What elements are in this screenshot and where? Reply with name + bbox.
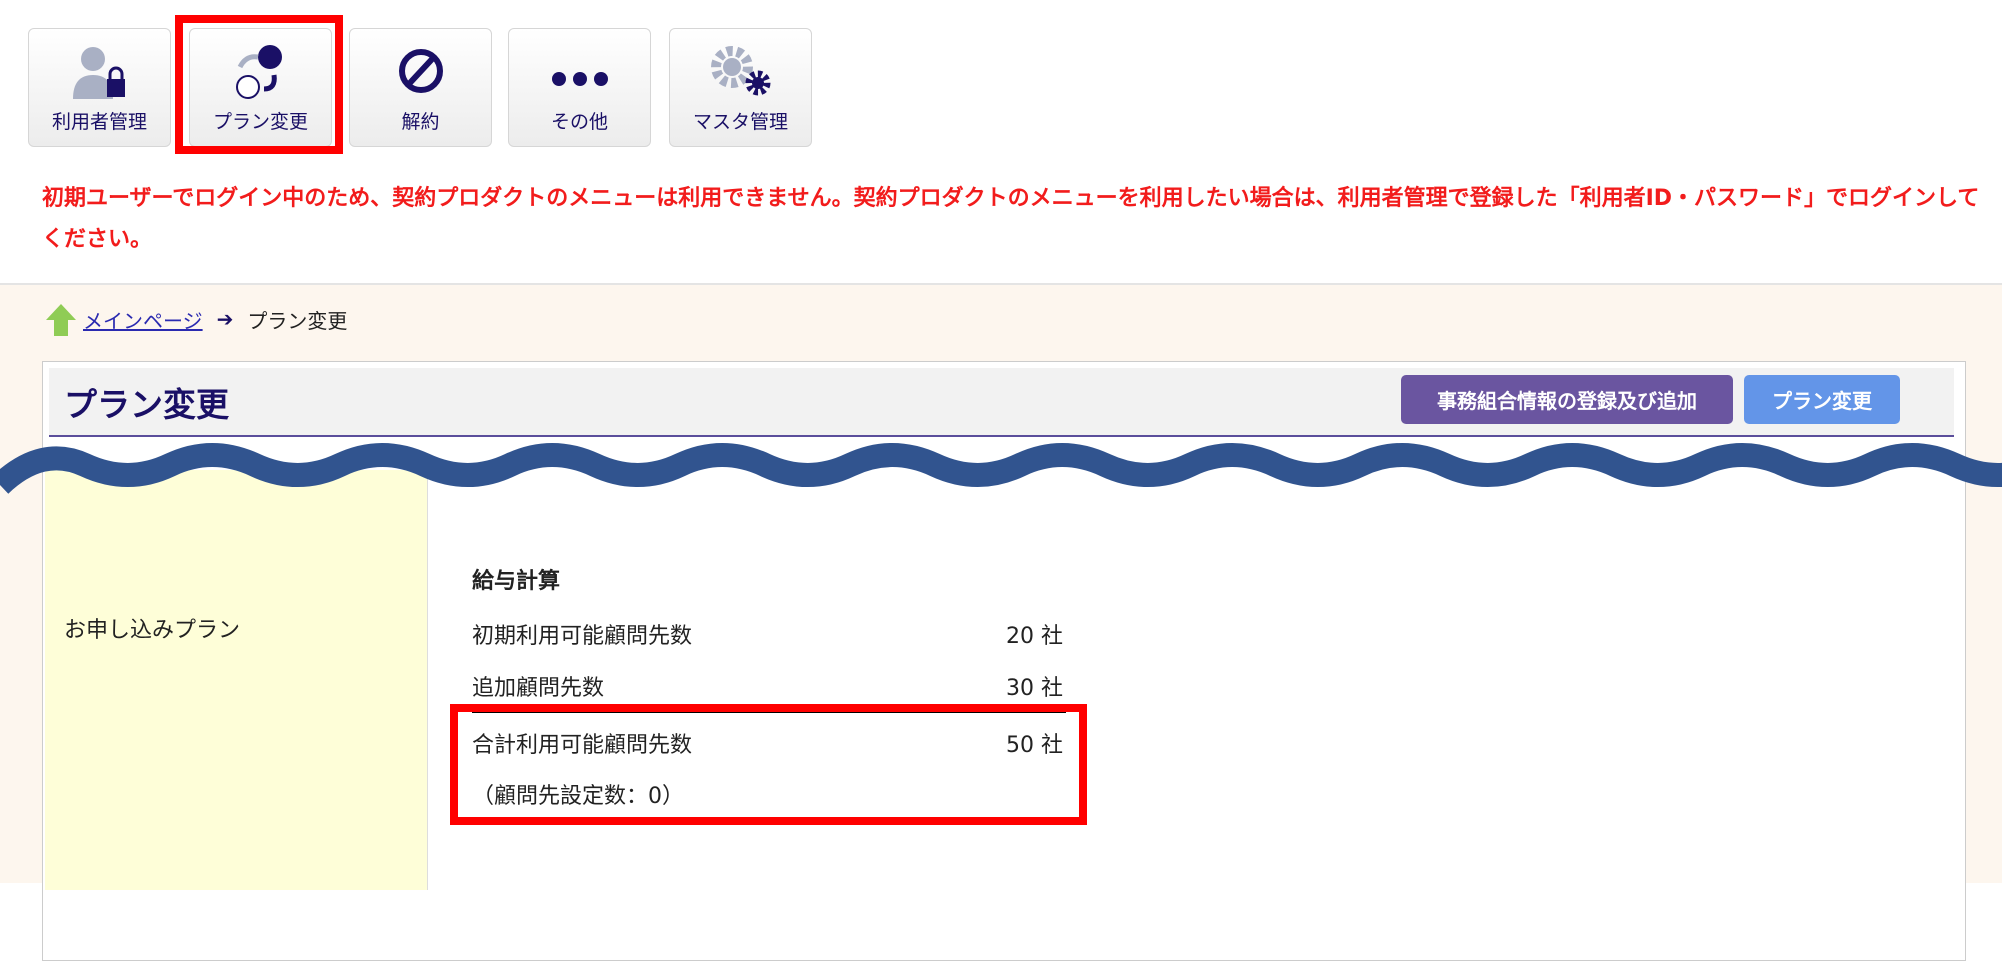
- arrow-right-icon: ➔: [216, 307, 234, 331]
- user-lock-icon: [73, 47, 125, 99]
- home-icon: [46, 304, 76, 336]
- toolbar-cancel-contract[interactable]: 解約: [349, 28, 492, 147]
- gears-icon: [711, 46, 771, 96]
- breadcrumb: メインページ ➔ プラン変更: [45, 302, 347, 336]
- plan-label-cell: [45, 470, 428, 890]
- breadcrumb-current: プラン変更: [247, 308, 348, 333]
- section-title: 給与計算: [472, 569, 561, 594]
- row-value: 30 社: [1006, 676, 1063, 701]
- toolbar-label: その他: [550, 111, 608, 133]
- prohibited-icon: [399, 49, 443, 93]
- page-title: プラン変更: [64, 385, 229, 424]
- plan-change-button[interactable]: プラン変更: [1744, 375, 1900, 424]
- wave-break-icon: [0, 443, 2002, 494]
- toolbar-user-management[interactable]: 利用者管理: [28, 28, 171, 147]
- row-label: 追加顧問先数: [472, 676, 605, 701]
- highlight-box-total: [450, 704, 1087, 825]
- row-label: 初期利用可能顧問先数: [472, 624, 693, 649]
- login-notice: 初期ユーザーでログイン中のため、契約プロダクトのメニューは利用できません。契約プ…: [42, 186, 1980, 252]
- more-dots-icon: [552, 72, 608, 86]
- toolbar-label: 利用者管理: [51, 111, 147, 133]
- toolbar-master-management[interactable]: マスタ管理: [669, 28, 812, 147]
- highlight-box-toolbar: [175, 15, 343, 154]
- plan-label: お申し込みプラン: [64, 618, 241, 643]
- toolbar-other[interactable]: その他: [508, 28, 651, 147]
- toolbar-label: マスタ管理: [692, 111, 788, 133]
- toolbar-label: 解約: [401, 111, 440, 133]
- breadcrumb-home-link[interactable]: メインページ: [83, 305, 203, 334]
- register-union-info-button[interactable]: 事務組合情報の登録及び追加: [1401, 375, 1733, 424]
- row-value: 20 社: [1006, 624, 1063, 649]
